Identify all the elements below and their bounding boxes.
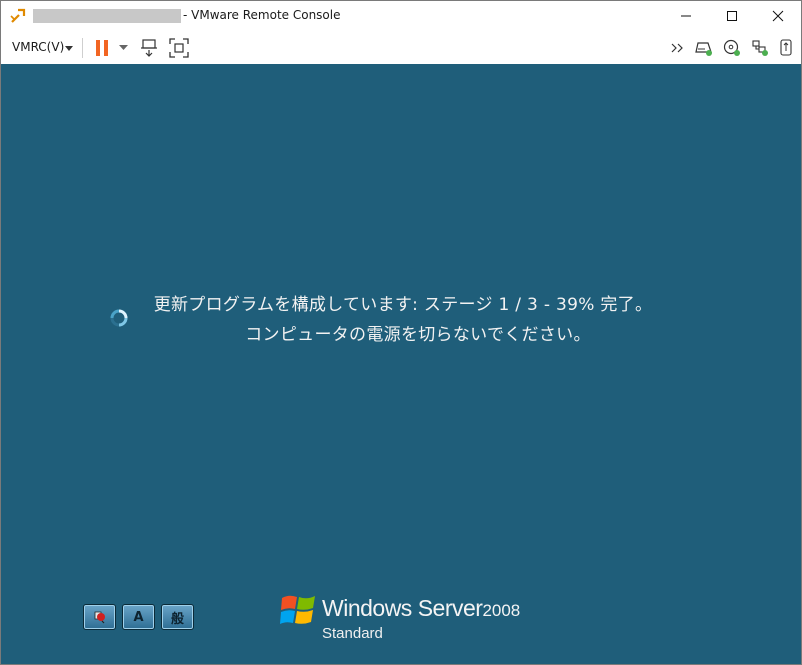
window-title: - VMware Remote Console — [183, 8, 341, 22]
windows-flag-icon — [280, 595, 315, 624]
power-warning-message: コンピュータの電源を切らないでください。 — [245, 325, 591, 345]
pause-icon[interactable] — [95, 39, 109, 57]
logo-product-year: 2008 — [482, 601, 521, 620]
send-ctrl-alt-del-icon[interactable] — [140, 38, 160, 58]
maximize-icon — [727, 11, 737, 21]
maximize-button[interactable] — [709, 1, 755, 31]
fullscreen-icon[interactable] — [169, 38, 189, 58]
close-icon — [772, 10, 784, 22]
minimize-button[interactable] — [663, 1, 709, 31]
ime-input-mode-label: A — [133, 609, 144, 625]
overflow-icon[interactable] — [671, 42, 685, 54]
ime-conversion-mode-label: 般 — [170, 611, 184, 627]
power-options-caret-icon[interactable] — [119, 45, 128, 51]
vmrc-app-icon — [10, 8, 26, 23]
vmrc-window: - VMware Remote Console VMRC(V) 更新プログラムを… — [0, 0, 802, 665]
logo-product-title: Windows Server — [322, 595, 483, 621]
ime-mode-button[interactable] — [83, 604, 116, 630]
usb-icon[interactable] — [779, 39, 795, 57]
redacted-vm-name — [33, 9, 181, 23]
network-adapter-icon[interactable] — [751, 39, 769, 57]
toolbar-divider — [82, 38, 83, 58]
close-button[interactable] — [755, 1, 801, 31]
toolbar: VMRC(V) — [1, 32, 801, 64]
logo-edition: Standard — [322, 625, 383, 642]
title-bar[interactable]: - VMware Remote Console — [1, 1, 801, 31]
ime-mode-icon — [94, 611, 105, 624]
vm-console-screen[interactable]: 更新プログラムを構成しています: ステージ 1 / 3 - 39% 完了。 コン… — [1, 64, 801, 664]
hard-disk-icon[interactable] — [695, 39, 713, 57]
minimize-icon — [681, 15, 691, 17]
vmrc-menu-caret-icon[interactable] — [65, 46, 73, 51]
windows-server-logo: Windows Server2008 Standard — [278, 589, 538, 649]
vmrc-menu-button[interactable]: VMRC(V) — [12, 40, 64, 54]
ime-input-mode-button[interactable]: A — [122, 604, 155, 630]
update-status-message: 更新プログラムを構成しています: ステージ 1 / 3 - 39% 完了。 — [153, 295, 653, 315]
cd-dvd-icon[interactable] — [723, 39, 741, 57]
logo-product-name: Windows Server2008 — [322, 595, 520, 622]
ime-language-bar: A 般 — [83, 604, 194, 630]
ime-conversion-mode-button[interactable]: 般 — [161, 604, 194, 630]
